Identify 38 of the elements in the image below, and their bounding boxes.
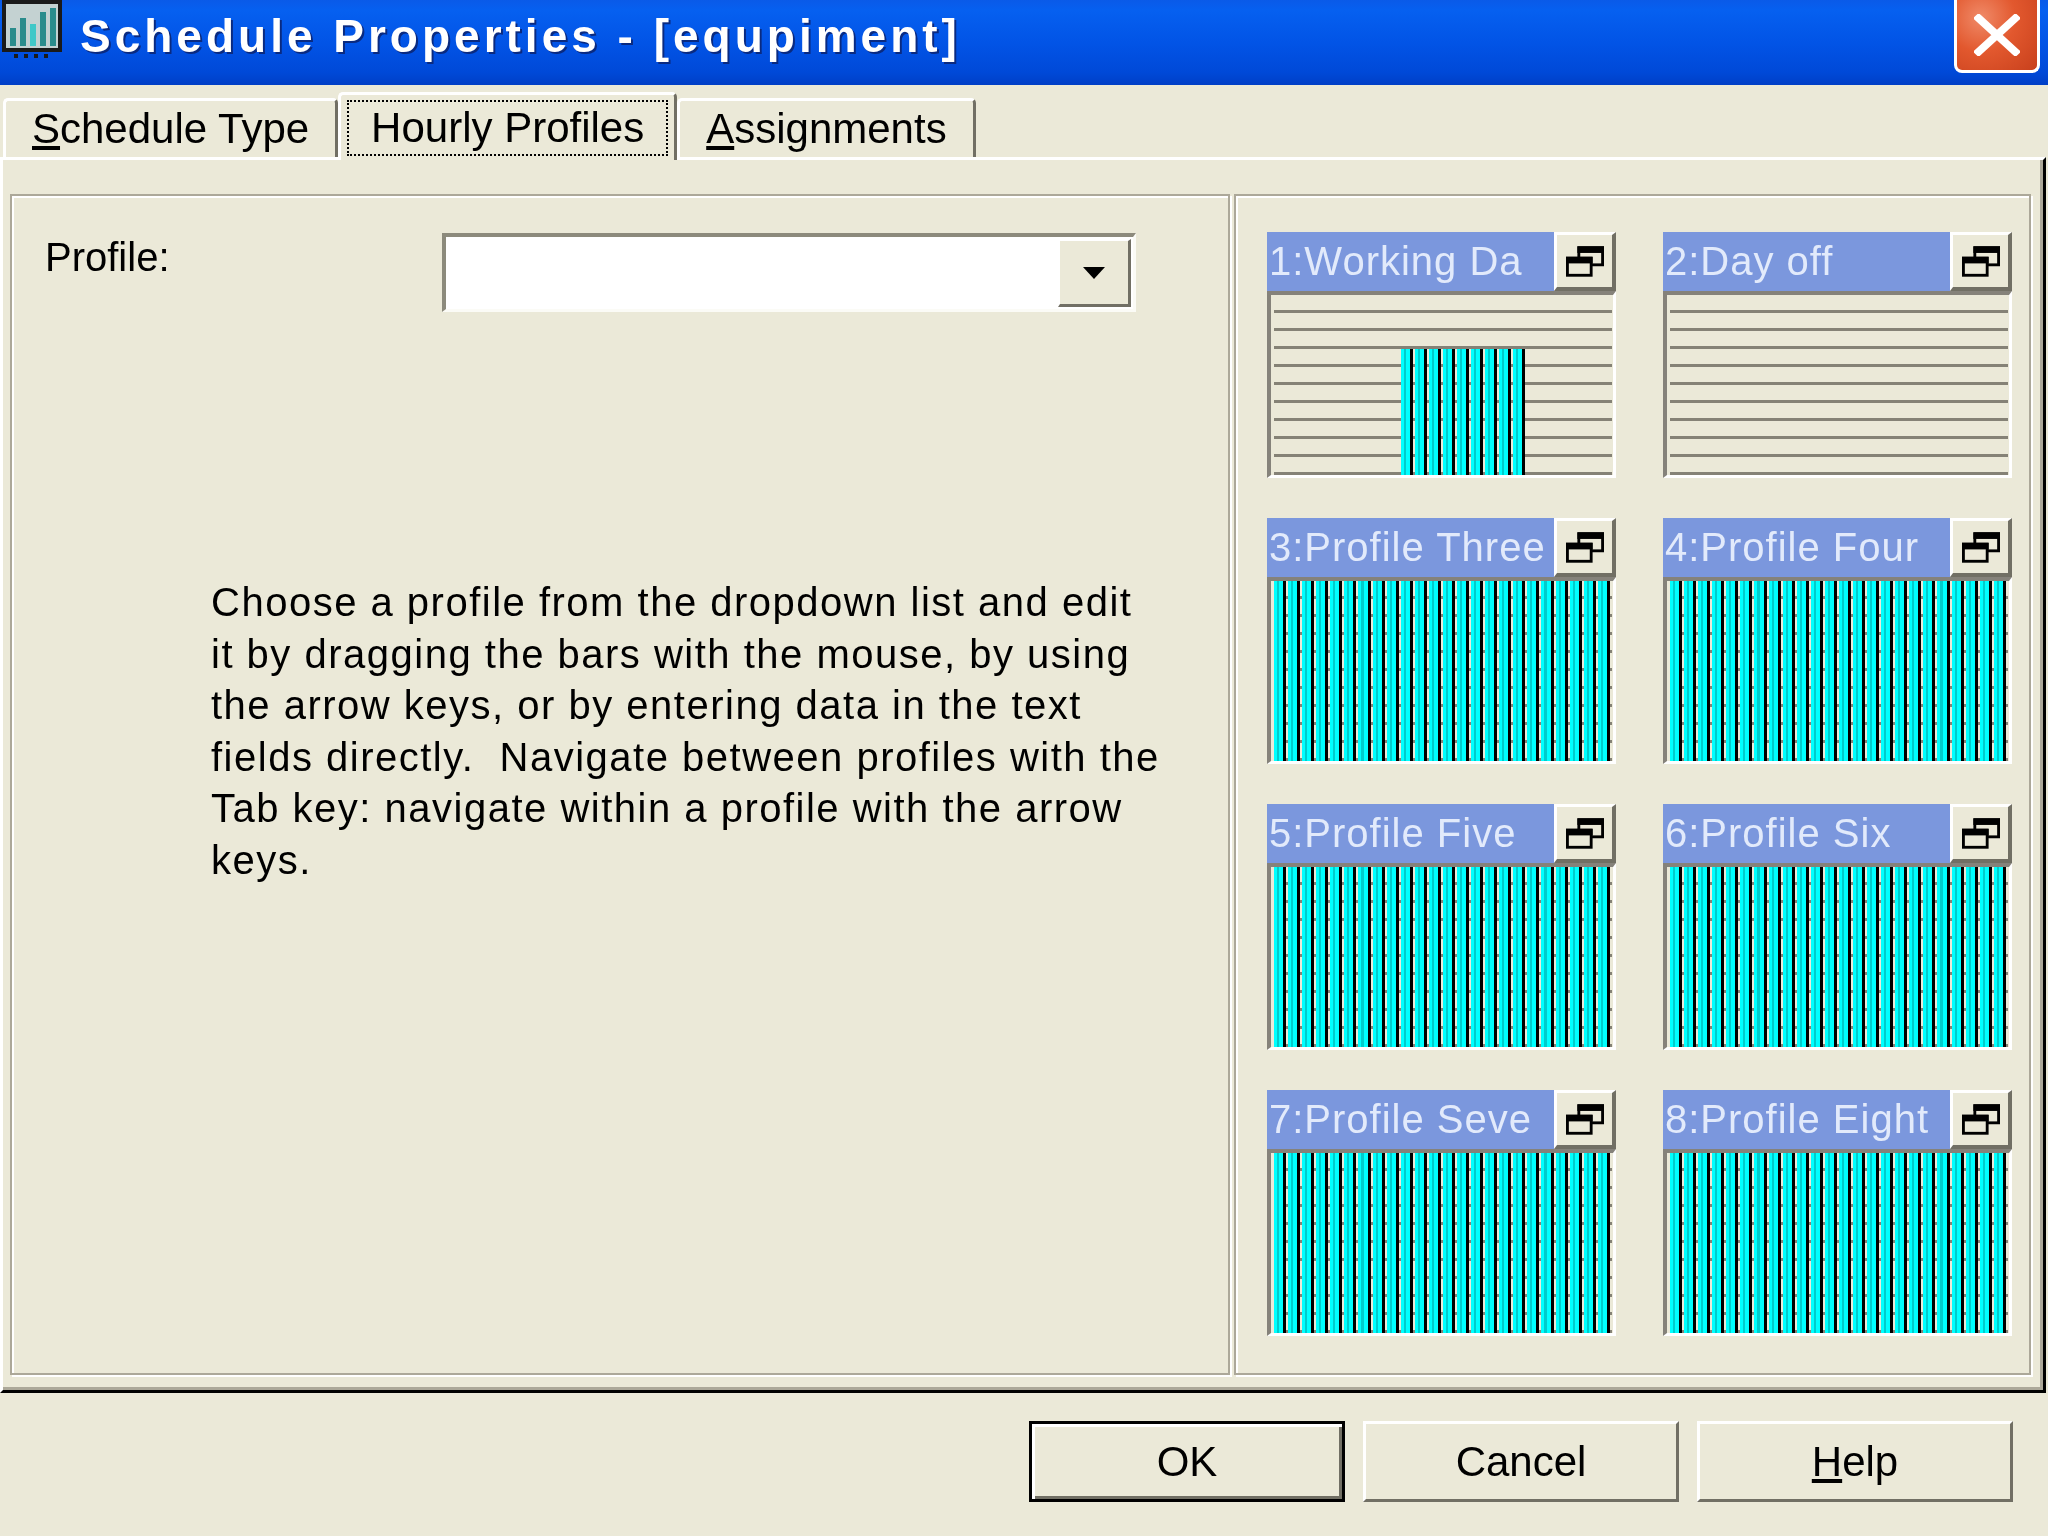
- profile-title: 1:Working Da: [1267, 232, 1554, 291]
- dropdown-arrow-button[interactable]: [1058, 239, 1131, 307]
- dialog-button[interactable]: OK: [1029, 1421, 1345, 1502]
- restore-button[interactable]: [1950, 518, 2012, 577]
- close-icon: [1974, 14, 2020, 56]
- dialog-button[interactable]: Help: [1697, 1421, 2013, 1502]
- caret-down-icon: [1083, 266, 1105, 279]
- bar-chart-icon: [2, 0, 62, 60]
- restore-button[interactable]: [1554, 804, 1616, 863]
- restore-button[interactable]: [1554, 518, 1616, 577]
- instructions-text: Choose a profile from the dropdown list and edit it by dragging the bars with the mouse, by using the arrow keys, or by entering data in the text fields directly. Navigate between profiles with the Tab key: navigate within a profile with the arrow keys.: [211, 579, 1161, 884]
- profile-title: 7:Profile Seve: [1267, 1090, 1554, 1149]
- window-title: Schedule Properties - [equpiment]: [80, 9, 961, 64]
- restore-icon: [1565, 245, 1604, 277]
- profile-title: 5:Profile Five: [1267, 804, 1554, 863]
- dialog-button[interactable]: Cancel: [1363, 1421, 1679, 1502]
- close-button[interactable]: [1954, 0, 2040, 73]
- tab[interactable]: Assignments: [677, 98, 976, 157]
- restore-button[interactable]: [1950, 232, 2012, 291]
- restore-button[interactable]: [1950, 1090, 2012, 1149]
- profile-title: 4:Profile Four: [1663, 518, 1950, 577]
- restore-button[interactable]: [1554, 232, 1616, 291]
- restore-icon: [1961, 531, 2000, 563]
- restore-icon: [1565, 1103, 1604, 1135]
- profile-title: 8:Profile Eight: [1663, 1090, 1950, 1149]
- restore-button[interactable]: [1950, 804, 2012, 863]
- restore-icon: [1961, 817, 2000, 849]
- profile-label: Profile:: [45, 234, 170, 281]
- restore-icon: [1565, 817, 1604, 849]
- restore-icon: [1961, 1103, 2000, 1135]
- profile-title: 3:Profile Three: [1267, 518, 1554, 577]
- tab[interactable]: Hourly Profiles: [338, 92, 678, 160]
- restore-icon: [1565, 531, 1604, 563]
- profile-title: 2:Day off: [1663, 232, 1950, 291]
- profile-title: 6:Profile Six: [1663, 804, 1950, 863]
- restore-icon: [1961, 245, 2000, 277]
- restore-button[interactable]: [1554, 1090, 1616, 1149]
- tab[interactable]: Schedule Type: [3, 98, 339, 157]
